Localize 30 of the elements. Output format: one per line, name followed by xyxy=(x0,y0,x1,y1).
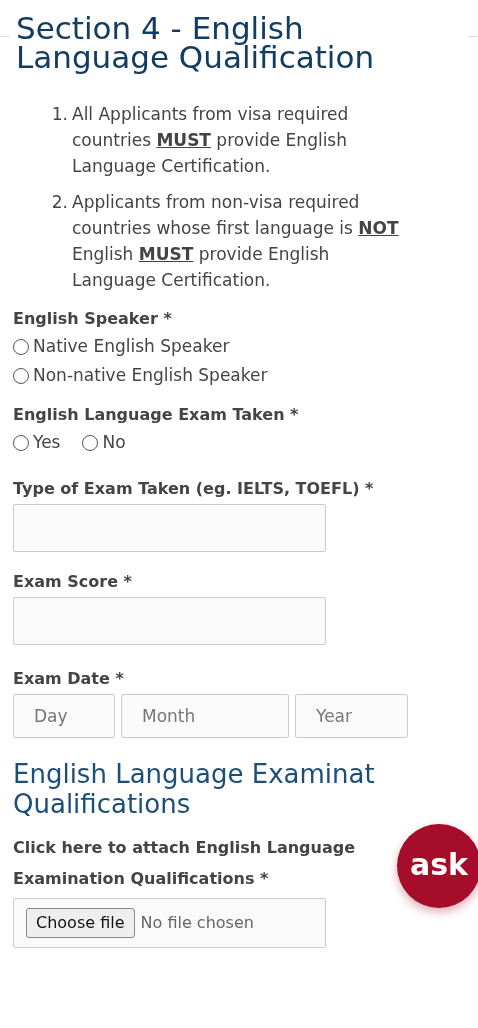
radio-button[interactable] xyxy=(82,434,99,451)
subsection-title: English Language Examinat xyxy=(13,760,376,791)
dropdown[interactable]: Month xyxy=(121,694,289,739)
choose-file-button[interactable]: Choose file xyxy=(26,908,135,939)
field-label: English Language Exam Taken * xyxy=(13,403,300,426)
radio-button[interactable] xyxy=(13,338,29,355)
list-marker: 2. xyxy=(50,190,68,214)
instruction-text: Applicants from non-visa required countries whose first language is NOT English MUST provide English Language Certification. xyxy=(72,190,400,292)
radio-button[interactable] xyxy=(13,434,29,451)
radio-label[interactable]: Yes xyxy=(33,429,61,456)
radio-label[interactable]: No xyxy=(102,429,126,456)
subsection-title: Qualifications xyxy=(13,790,192,821)
dropdown[interactable]: Year xyxy=(295,694,408,739)
file-field[interactable]: Choose file No file chosen xyxy=(13,898,326,949)
input-field[interactable] xyxy=(13,597,326,646)
field-label: Exam Score * xyxy=(13,571,133,594)
dropdown[interactable]: Day xyxy=(13,694,115,739)
field-label: English Speaker * xyxy=(13,307,173,330)
input-field[interactable] xyxy=(13,504,326,553)
instruction-text: All Applicants from visa required countries MUST provide English Language Certification. xyxy=(72,102,350,178)
ask-button[interactable]: ask xyxy=(397,824,478,908)
section-title: Section 4 - English Language Qualification xyxy=(16,14,376,73)
field-label: Type of Exam Taken (eg. IELTS, TOEFL) * xyxy=(13,478,375,501)
file-status: No file chosen xyxy=(140,912,254,935)
radio-button[interactable] xyxy=(13,368,29,385)
radio-label[interactable]: Native English Speaker xyxy=(33,333,230,360)
field-label: Exam Date * xyxy=(13,668,125,691)
list-marker: 1. xyxy=(50,102,68,126)
radio-label[interactable]: Non-native English Speaker xyxy=(33,363,268,389)
field-label: Click here to attach English Language Examination Qualifications * xyxy=(13,837,357,891)
